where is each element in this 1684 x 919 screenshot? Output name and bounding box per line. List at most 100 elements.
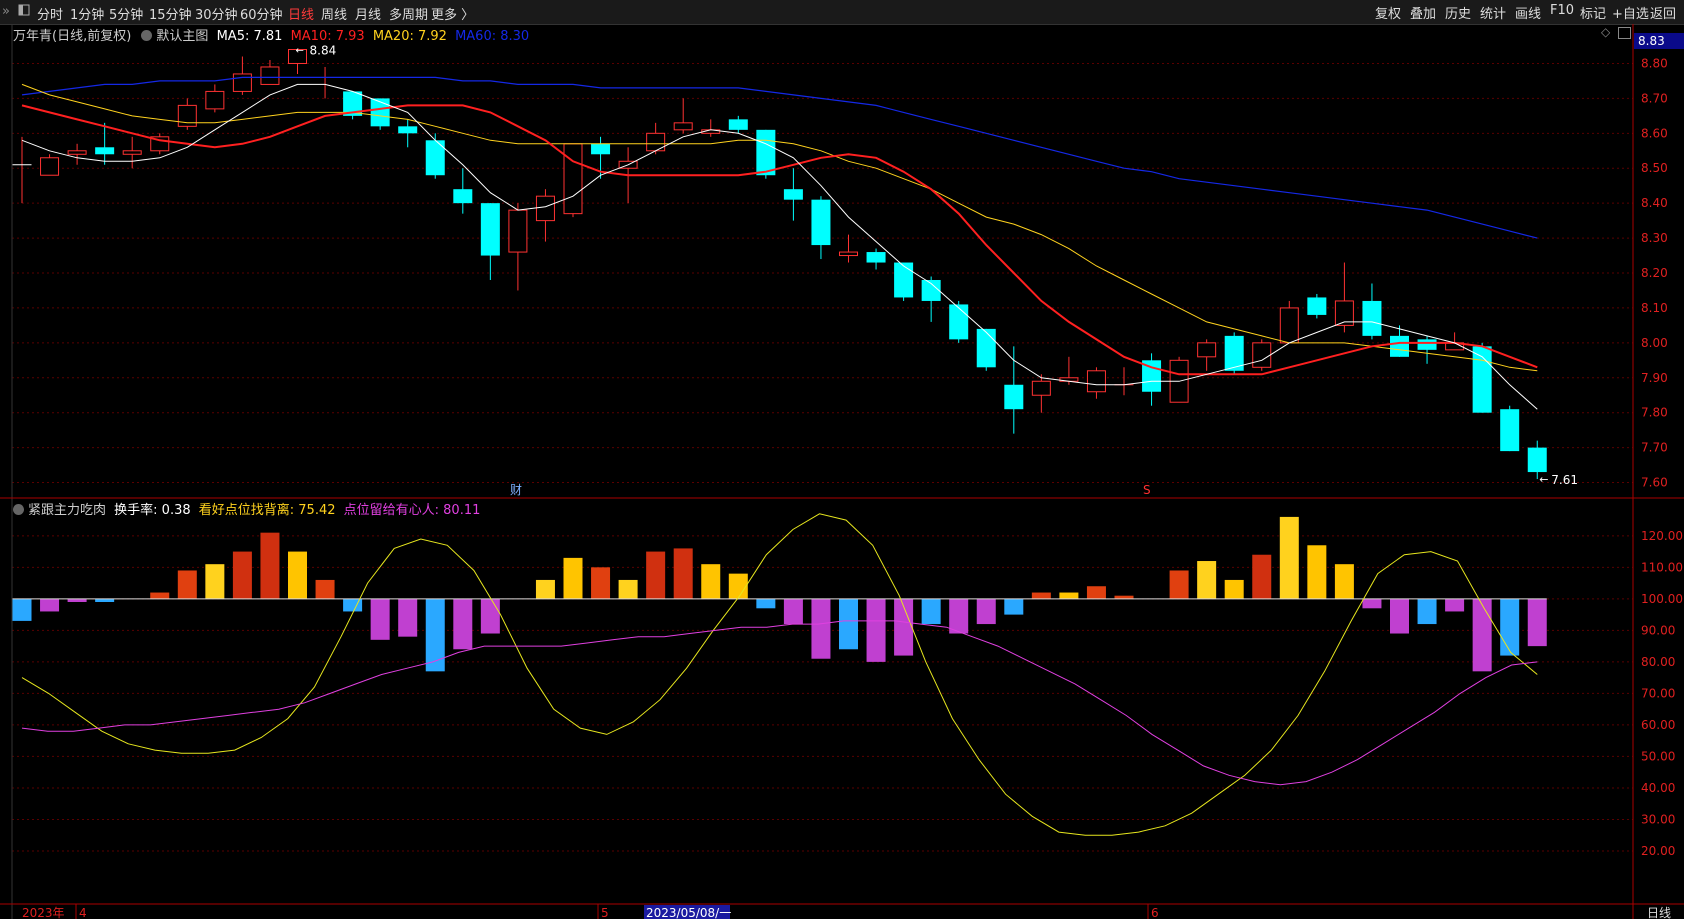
ma5-label: MA5: 7.81 <box>216 29 283 44</box>
candle-body <box>783 189 803 200</box>
indicator-tick-label: 40.00 <box>1641 781 1675 795</box>
candle-body <box>1197 342 1217 358</box>
turnover-bar <box>866 598 886 662</box>
indicator-tick-label: 60.00 <box>1641 718 1675 732</box>
turnover-bar <box>811 598 831 659</box>
ma60-label: MA60: 8.30 <box>455 29 530 44</box>
stock-title: 万年青(日线,前复权) <box>13 29 132 44</box>
period-label: 日线 <box>1647 906 1671 919</box>
indicator-name[interactable]: 默认主图 <box>156 29 208 44</box>
panel-toggle-icon[interactable] <box>18 4 30 20</box>
indicator-tick-label: 110.00 <box>1641 560 1683 574</box>
ma60-line <box>21 76 1538 239</box>
candle-body <box>95 147 115 155</box>
period-tab[interactable]: 1分钟 <box>70 4 104 23</box>
turnover-bar <box>728 573 748 599</box>
turnover-bar <box>1445 598 1465 612</box>
window-icon[interactable] <box>1618 27 1631 39</box>
price-tick-label: 8.80 <box>1641 56 1668 70</box>
price-tick-label: 8.60 <box>1641 126 1668 140</box>
turnover-bar <box>1279 516 1299 599</box>
period-tab[interactable]: 多周期 <box>389 4 428 23</box>
settings-icon[interactable] <box>141 30 153 41</box>
candle-body <box>122 150 142 155</box>
low-label: 7.61 <box>1551 473 1578 487</box>
indicator-tick-label: 90.00 <box>1641 623 1675 637</box>
turnover-bar <box>1362 598 1382 609</box>
candle-body <box>1252 342 1272 368</box>
turnover-bar <box>288 551 307 599</box>
turnover-bar <box>315 579 335 599</box>
candle-body <box>976 328 996 368</box>
candle-body <box>949 304 969 340</box>
turnover-bar <box>839 598 858 650</box>
turnover-bar <box>1252 554 1272 599</box>
price-tick-label: 8.50 <box>1641 161 1668 175</box>
sub-indicator-name[interactable]: 紧跟主力吃肉 <box>28 503 106 518</box>
toolbar-button[interactable]: 画线 <box>1515 3 1541 22</box>
turnover-bar <box>1031 592 1051 599</box>
ma20-label: MA20: 7.92 <box>372 29 447 44</box>
x-month-label: 6 <box>1151 906 1159 919</box>
candle-body <box>756 129 776 176</box>
candle-body <box>1527 447 1547 473</box>
turnover-bar <box>398 598 418 637</box>
candle-body <box>811 199 831 246</box>
indicator-tick-label: 20.00 <box>1641 844 1675 858</box>
turnover-bar <box>1417 598 1437 625</box>
turnover-bar <box>1527 598 1547 647</box>
toolbar-button[interactable]: 返回 <box>1650 3 1676 22</box>
collapse-icon[interactable]: » <box>2 4 10 19</box>
turnover-bar <box>1169 570 1189 599</box>
stock-chart[interactable]: 8.84←7.61←财 S 7.607.707.807.908.008.108.2… <box>0 24 1684 919</box>
turnover-bar <box>1472 598 1492 672</box>
turnover-bar <box>783 598 803 625</box>
ma20-line <box>21 83 1538 372</box>
candle-body <box>398 126 418 134</box>
turnover-bar <box>150 592 170 599</box>
turnover-bar <box>535 579 555 599</box>
settings-icon[interactable] <box>13 504 24 515</box>
period-tab[interactable]: 60分钟 <box>240 4 283 23</box>
candle-body <box>563 143 583 215</box>
turnover-bar <box>12 598 32 621</box>
toolbar-button[interactable]: 叠加 <box>1410 3 1436 22</box>
candle-body <box>480 203 500 256</box>
indicator-tick-label: 120.00 <box>1641 529 1683 543</box>
period-tab[interactable]: 5分钟 <box>109 4 143 23</box>
turnover-bar <box>701 564 721 599</box>
candle-body <box>40 157 60 176</box>
bullish-label: 看好点位找背离: 75.42 <box>198 503 336 518</box>
price-tick-label: 8.20 <box>1641 266 1668 280</box>
candle-body <box>508 209 528 253</box>
turnover-bar <box>1059 592 1079 599</box>
turnover-bar <box>370 598 390 640</box>
price-tick-label: 7.90 <box>1641 371 1668 385</box>
toolbar-button[interactable]: 标记 <box>1580 3 1606 22</box>
toolbar-button[interactable]: 统计 <box>1480 3 1506 22</box>
period-tab[interactable]: 更多 〉 <box>431 4 474 23</box>
period-tab[interactable]: 分时 <box>37 4 63 23</box>
candle-body <box>67 150 87 155</box>
magenta-signal-line <box>21 620 1538 786</box>
candle-body <box>370 98 390 127</box>
candle-body <box>894 262 914 298</box>
price-tick-label: 8.10 <box>1641 301 1668 315</box>
toolbar-button[interactable]: 复权 <box>1375 3 1401 22</box>
period-tab[interactable]: 30分钟 <box>195 4 238 23</box>
indicator-tick-label: 50.00 <box>1641 749 1675 763</box>
indicator-panel <box>12 513 1547 836</box>
high-arrow-icon: ← <box>296 46 304 57</box>
toolbar-button[interactable]: +自选 <box>1612 3 1649 22</box>
diamond-icon[interactable]: ◇ <box>1601 25 1610 39</box>
price-panel: 8.84←7.61←财 S <box>12 44 1578 497</box>
main-legend: 万年青(日线,前复权) 默认主图 MA5: 7.81 MA10: 7.93 MA… <box>13 25 529 44</box>
turnover-bar <box>232 551 252 599</box>
toolbar-button[interactable]: 历史 <box>1445 3 1471 22</box>
period-tab[interactable]: 日线 <box>288 4 314 23</box>
period-tab[interactable]: 周线 <box>321 4 347 23</box>
toolbar-button[interactable]: F10 <box>1550 3 1574 18</box>
period-tab[interactable]: 月线 <box>355 4 381 23</box>
turnover-bar <box>1500 598 1520 656</box>
period-tab[interactable]: 15分钟 <box>149 4 192 23</box>
